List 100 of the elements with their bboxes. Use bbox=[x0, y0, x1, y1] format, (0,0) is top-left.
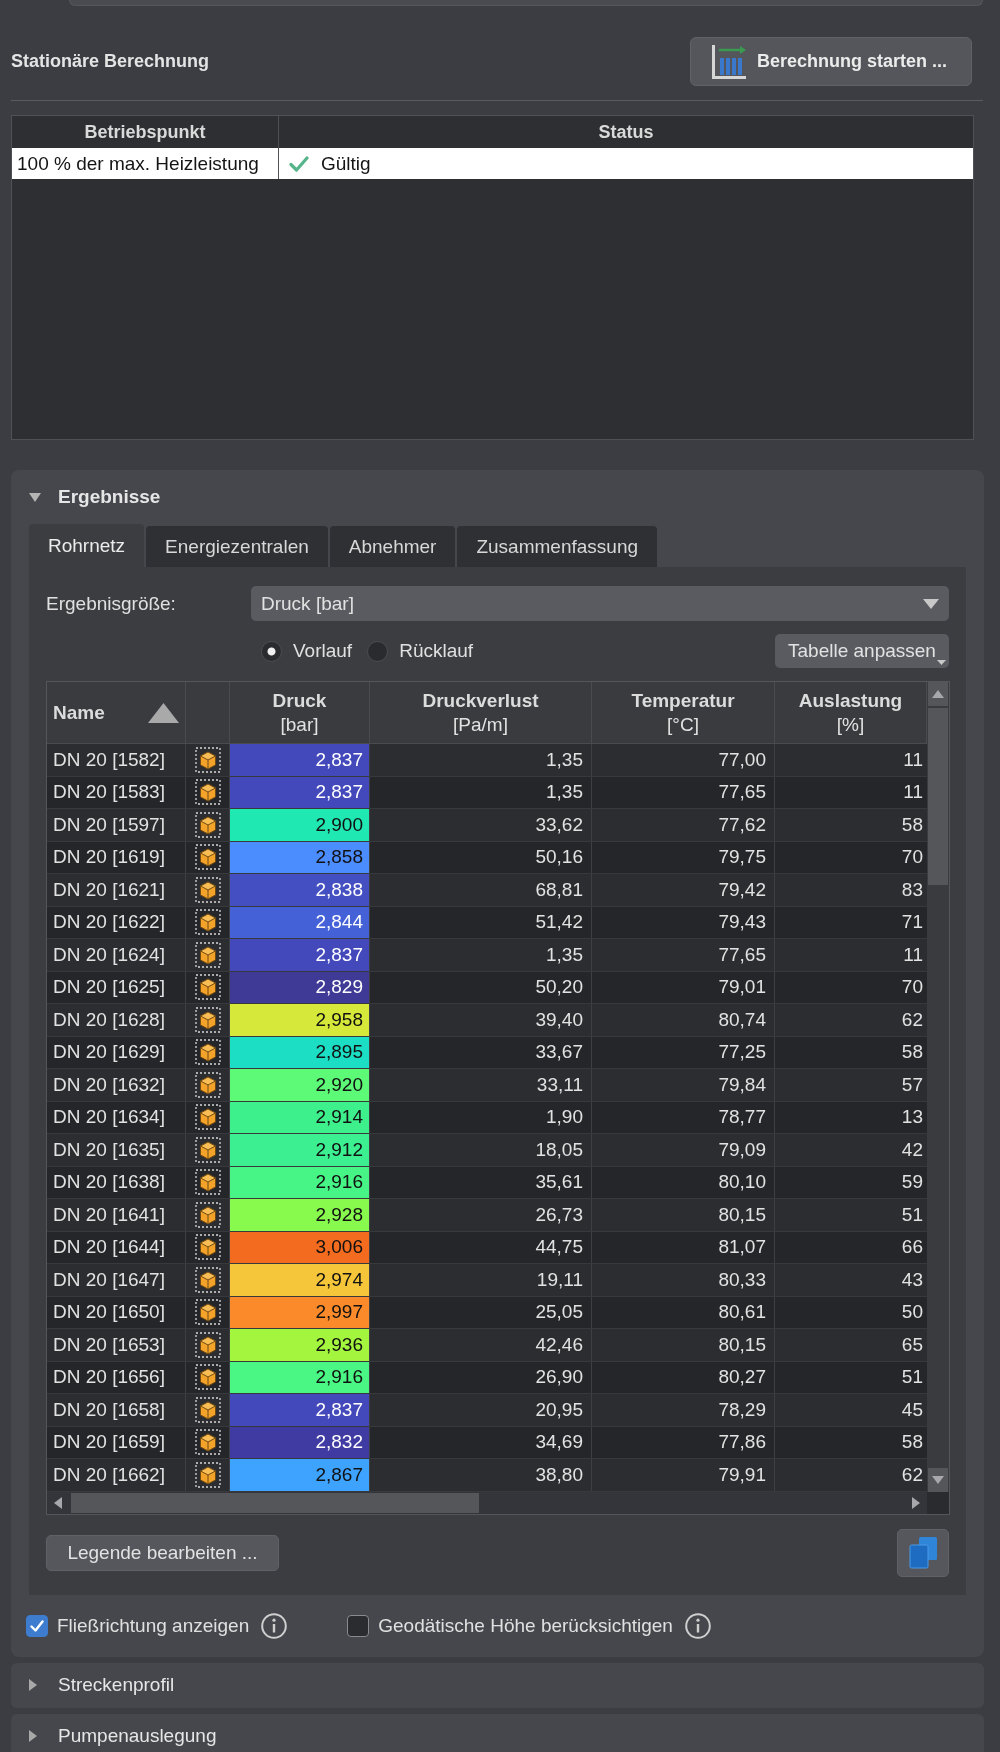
cube-icon bbox=[194, 1234, 221, 1261]
table-row[interactable]: DN 20 [1632] 2,920 33,11 79,84 57 bbox=[47, 1069, 927, 1102]
info-icon[interactable] bbox=[261, 1612, 288, 1639]
table-cell-text: 71 bbox=[900, 910, 924, 935]
table-cell: 2,914 bbox=[230, 1101, 370, 1133]
vertical-scrollbar[interactable] bbox=[927, 682, 949, 1492]
table-cell: 33,67 bbox=[370, 1036, 592, 1068]
start-calculation-button[interactable]: Berechnung starten ... bbox=[690, 37, 972, 86]
table-row[interactable]: DN 20 [1658] 2,837 20,95 78,29 45 bbox=[47, 1394, 927, 1427]
section-header[interactable]: Pumpenauslegung bbox=[11, 1713, 984, 1752]
result-quantity-dropdown[interactable]: Druck [bar] bbox=[251, 586, 949, 621]
table-cell-text: 11 bbox=[902, 747, 924, 772]
table-row[interactable]: DN 20 [1621] 2,838 68,81 79,42 83 bbox=[47, 874, 927, 907]
table-row[interactable]: DN 20 [1644] 3,006 44,75 81,07 66 bbox=[47, 1231, 927, 1264]
table-cell-text: 58 bbox=[900, 1040, 924, 1065]
table-cell: 1,35 bbox=[370, 744, 592, 776]
table-cell: DN 20 [1624] bbox=[47, 939, 186, 971]
scrollbar-thumb[interactable] bbox=[928, 708, 948, 885]
table-cell-text: 59 bbox=[900, 1170, 924, 1195]
scroll-down-button[interactable] bbox=[928, 1467, 948, 1492]
table-row[interactable]: DN 20 [1647] 2,974 19,11 80,33 43 bbox=[47, 1264, 927, 1297]
column-header: Status bbox=[597, 120, 655, 144]
edit-legend-button[interactable]: Legende bearbeiten ... bbox=[46, 1534, 279, 1571]
table-cell: 2,974 bbox=[230, 1264, 370, 1296]
table-cell-text: 70 bbox=[900, 975, 924, 1000]
info-icon[interactable] bbox=[684, 1612, 711, 1639]
table-cell-text: 62 bbox=[900, 1462, 924, 1487]
table-cell: 79,42 bbox=[592, 874, 775, 906]
checkbox[interactable] bbox=[26, 1614, 48, 1637]
arrow-down-icon bbox=[932, 1475, 944, 1484]
table-row[interactable]: DN 20 [1634] 2,914 1,90 78,77 13 bbox=[47, 1101, 927, 1134]
column-header[interactable]: Druck [bar] bbox=[230, 682, 370, 743]
column-header[interactable]: Druckverlust [Pa/m] bbox=[370, 682, 592, 743]
table-cell: 2,920 bbox=[230, 1069, 370, 1101]
table-row[interactable]: DN 20 [1582] 2,837 1,35 77,00 11 bbox=[47, 744, 927, 777]
cube-icon bbox=[194, 1071, 221, 1098]
table-row[interactable]: 100 % der max. Heizleistung Gültig bbox=[12, 148, 973, 179]
cube-icon bbox=[194, 1104, 221, 1131]
table-cell: DN 20 [1632] bbox=[47, 1069, 186, 1101]
table-row[interactable]: DN 20 [1659] 2,832 34,69 77,86 58 bbox=[47, 1426, 927, 1459]
table-row[interactable]: DN 20 [1628] 2,958 39,40 80,74 62 bbox=[47, 1004, 927, 1037]
cube-icon bbox=[194, 844, 221, 871]
table-cell: 79,84 bbox=[592, 1069, 775, 1101]
table-row[interactable]: DN 20 [1662] 2,867 38,80 79,91 62 bbox=[47, 1459, 927, 1492]
column-header[interactable]: Temperatur [°C] bbox=[592, 682, 775, 743]
table-row[interactable]: DN 20 [1653] 2,936 42,46 80,15 65 bbox=[47, 1329, 927, 1362]
table-row[interactable]: DN 20 [1583] 2,837 1,35 77,65 11 bbox=[47, 776, 927, 809]
table-cell: 39,40 bbox=[370, 1004, 592, 1036]
table-row[interactable]: DN 20 [1650] 2,997 25,05 80,61 50 bbox=[47, 1296, 927, 1329]
table-row[interactable]: DN 20 [1629] 2,895 33,67 77,25 58 bbox=[47, 1036, 927, 1069]
table-cell: 77,62 bbox=[592, 809, 775, 841]
customize-table-button[interactable]: Tabelle anpassen bbox=[775, 634, 949, 668]
table-cell-text: 57 bbox=[900, 1072, 924, 1097]
section-toggle[interactable]: Ergebnisse bbox=[29, 470, 161, 524]
cube-icon bbox=[194, 909, 221, 936]
table-row[interactable]: DN 20 [1656] 2,916 26,90 80,27 51 bbox=[47, 1361, 927, 1394]
scroll-up-button[interactable] bbox=[928, 682, 948, 706]
column-header[interactable]: Name bbox=[47, 682, 186, 743]
table-cell: 18,05 bbox=[370, 1134, 592, 1166]
section-title: Stationäre Berechnung bbox=[11, 51, 210, 72]
checkbox-option[interactable]: Geodätische Höhe berücksichtigen bbox=[347, 1614, 673, 1637]
table-cell: 79,91 bbox=[592, 1459, 775, 1491]
table-row[interactable]: DN 20 [1641] 2,928 26,73 80,15 51 bbox=[47, 1199, 927, 1232]
table-cell: 50,20 bbox=[370, 971, 592, 1003]
radio-option[interactable]: Rücklauf bbox=[367, 640, 474, 662]
table-cell: 35,61 bbox=[370, 1166, 592, 1198]
table-row[interactable]: DN 20 [1619] 2,858 50,16 79,75 70 bbox=[47, 841, 927, 874]
checkbox-option[interactable]: Fließrichtung anzeigen bbox=[26, 1614, 250, 1637]
section-header[interactable]: Streckenprofil bbox=[11, 1662, 984, 1708]
table-row[interactable]: DN 20 [1622] 2,844 51,42 79,43 71 bbox=[47, 906, 927, 939]
cube-icon bbox=[194, 1331, 221, 1358]
table-cell: 51,42 bbox=[370, 906, 592, 938]
radio-button[interactable] bbox=[367, 640, 389, 662]
table-cell: 2,936 bbox=[230, 1329, 370, 1361]
table-cell: 2,895 bbox=[230, 1036, 370, 1068]
scrollbar-thumb[interactable] bbox=[71, 1492, 479, 1513]
radio-option[interactable]: Vorlauf bbox=[261, 640, 353, 662]
tab[interactable]: Zusammenfassung bbox=[457, 526, 657, 567]
table-cell: 79,43 bbox=[592, 906, 775, 938]
field-label: Ergebnisgröße: bbox=[46, 592, 177, 615]
table-cell: 80,27 bbox=[592, 1361, 775, 1393]
tab[interactable]: Abnehmer bbox=[329, 526, 456, 567]
table-row[interactable]: DN 20 [1597] 2,900 33,62 77,62 58 bbox=[47, 809, 927, 842]
table-row[interactable]: DN 20 [1625] 2,829 50,20 79,01 70 bbox=[47, 971, 927, 1004]
checkbox[interactable] bbox=[347, 1614, 370, 1637]
tab[interactable]: Energiezentralen bbox=[146, 526, 328, 567]
table-cell: DN 20 [1658] bbox=[47, 1394, 186, 1426]
table-row[interactable]: DN 20 [1624] 2,837 1,35 77,65 11 bbox=[47, 939, 927, 972]
caret-down-icon bbox=[923, 598, 939, 609]
table-cell-text: 62 bbox=[900, 1007, 924, 1032]
cube-icon bbox=[194, 746, 221, 773]
table-cell: DN 20 [1582] bbox=[47, 744, 186, 776]
table-row[interactable]: DN 20 [1635] 2,912 18,05 79,09 42 bbox=[47, 1134, 927, 1167]
table-cell: DN 20 [1638] bbox=[47, 1166, 186, 1198]
radio-button[interactable] bbox=[261, 640, 282, 662]
horizontal-scrollbar[interactable] bbox=[47, 1491, 927, 1514]
table-row[interactable]: DN 20 [1638] 2,916 35,61 80,10 59 bbox=[47, 1166, 927, 1199]
tab[interactable]: Rohrnetz bbox=[29, 524, 145, 567]
table-cell: 2,844 bbox=[230, 906, 370, 938]
copy-button[interactable] bbox=[897, 1528, 949, 1577]
